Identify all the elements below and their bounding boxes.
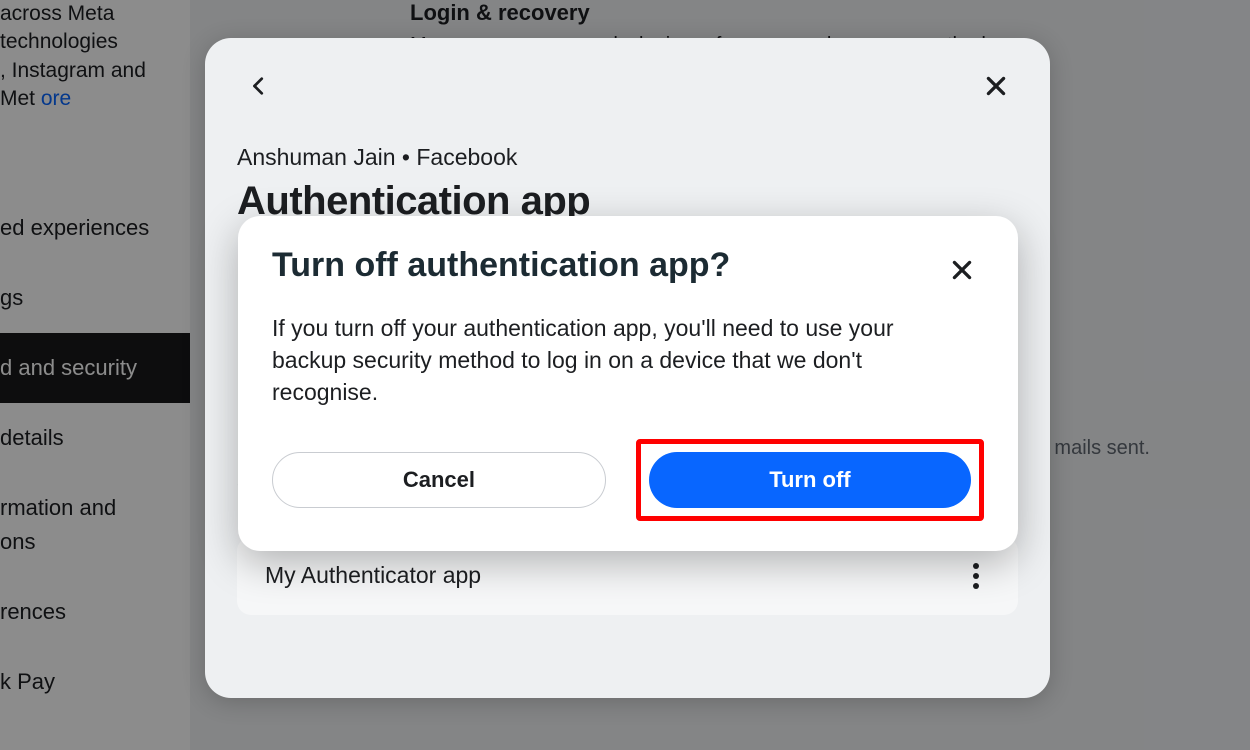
kebab-dot-icon <box>973 573 979 579</box>
cancel-button[interactable]: Cancel <box>272 452 606 508</box>
close-icon <box>983 73 1009 99</box>
confirm-description: If you turn off your authentication app,… <box>272 312 942 409</box>
confirm-header-row: Turn off authentication app? <box>272 246 984 292</box>
close-button[interactable] <box>974 64 1018 108</box>
chevron-left-icon <box>248 70 270 102</box>
confirm-close-button[interactable] <box>940 248 984 292</box>
kebab-dot-icon <box>973 583 979 589</box>
back-button[interactable] <box>237 64 281 108</box>
close-icon <box>949 257 975 283</box>
more-options-button[interactable] <box>962 562 990 590</box>
cancel-button-label: Cancel <box>403 467 475 493</box>
app-row-label: My Authenticator app <box>265 562 481 589</box>
turn-off-button[interactable]: Turn off <box>649 452 971 508</box>
confirm-title: Turn off authentication app? <box>272 246 730 285</box>
turn-off-confirm-modal: Turn off authentication app? If you turn… <box>238 216 1018 551</box>
turn-off-button-label: Turn off <box>769 467 850 493</box>
breadcrumb: Anshuman Jain • Facebook <box>237 144 1018 171</box>
modal-topbar <box>237 62 1018 110</box>
kebab-dot-icon <box>973 563 979 569</box>
confirm-actions: Cancel Turn off <box>272 439 984 521</box>
turn-off-highlight: Turn off <box>636 439 984 521</box>
